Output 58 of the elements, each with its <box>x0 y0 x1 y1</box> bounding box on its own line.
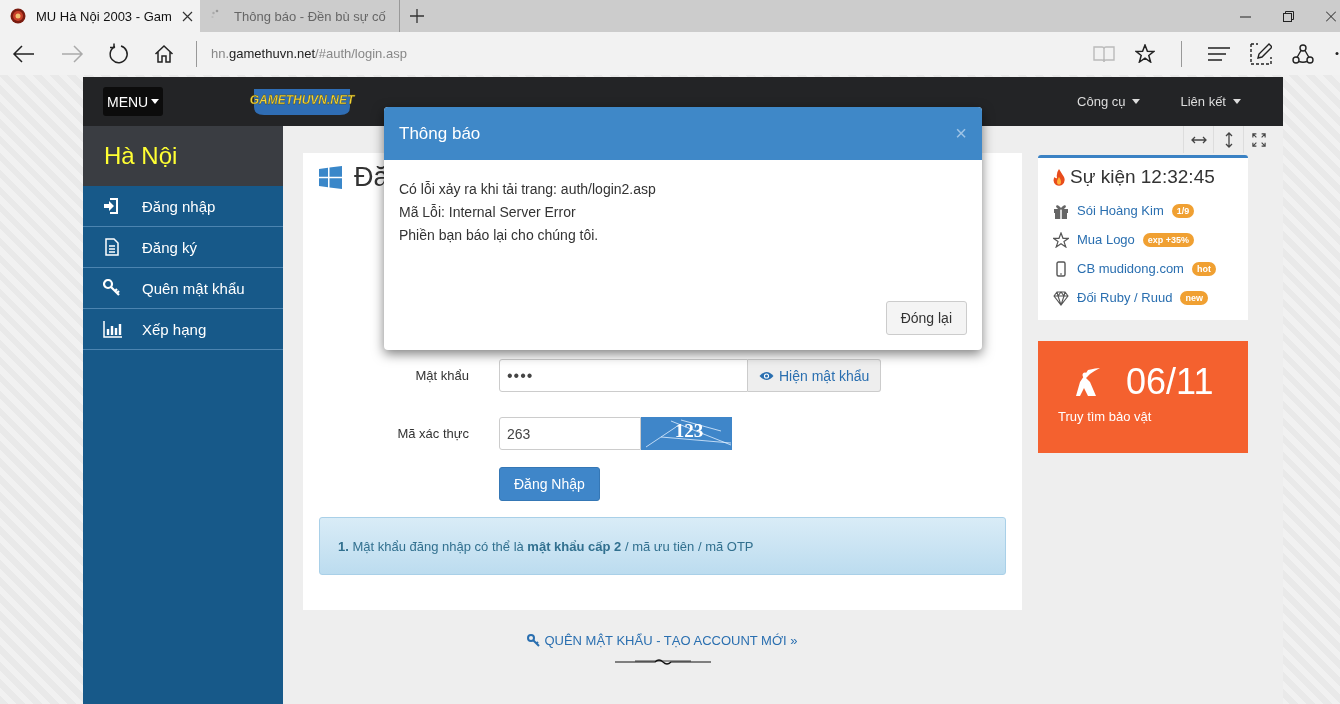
document-icon <box>103 238 122 256</box>
region-title: Hà Nội <box>104 142 178 170</box>
dialog-title: Thông báo <box>399 123 481 144</box>
phone-icon <box>1053 260 1069 277</box>
promo-label: Truy tìm bảo vật <box>1058 409 1153 424</box>
login-button[interactable]: Đăng Nhập <box>499 467 600 501</box>
event-link[interactable]: CB mudidong.com <box>1077 261 1184 276</box>
more-icon[interactable] <box>1334 52 1340 55</box>
event-badge: 1/9 <box>1171 203 1195 218</box>
event-link[interactable]: Đối Ruby / Ruud <box>1077 290 1173 305</box>
forgot-create-link[interactable]: QUÊN MẬT KHẨU - TẠO ACCOUNT MỚI » <box>527 633 798 648</box>
diamond-icon <box>1053 289 1069 306</box>
vertical-arrows-icon <box>1223 131 1234 148</box>
ornament-divider-icon <box>614 658 711 666</box>
bar-chart-icon <box>103 320 122 338</box>
windows-logo-icon <box>319 165 342 189</box>
home-icon[interactable] <box>154 43 174 64</box>
eye-icon <box>759 370 774 381</box>
captcha-field[interactable]: 263 <box>499 417 641 450</box>
dialog-message: Phiền bạn báo lại cho chúng tôi. <box>399 226 600 245</box>
refresh-icon[interactable] <box>108 42 130 65</box>
star-icon <box>1053 231 1069 248</box>
info-note: 1. Mật khẩu đăng nhập có thể là mật khẩu cấp 2 / mã ưu tiên / mã OTP <box>319 517 1006 575</box>
event-link[interactable]: Sói Hoàng Kim <box>1077 203 1164 218</box>
event-link[interactable]: Mua Logo <box>1077 232 1135 247</box>
close-icon[interactable] <box>181 10 193 22</box>
address-url[interactable]: hn.gamethuvn.net/#auth/login.asp <box>211 46 407 61</box>
show-password-button[interactable]: Hiện mật khẩu <box>748 359 882 392</box>
gift-icon <box>1053 202 1069 219</box>
back-arrow-icon[interactable] <box>12 43 36 64</box>
promo-date: 06/11 <box>1126 361 1214 403</box>
event-badge: new <box>1180 290 1208 305</box>
new-tab-icon[interactable] <box>410 9 424 23</box>
share-icon[interactable] <box>1292 43 1314 64</box>
captcha-image: 123 <box>641 417 732 450</box>
nav-link[interactable]: Liên kết <box>1180 94 1241 109</box>
menu-button[interactable]: MENU <box>103 87 164 116</box>
star-icon[interactable] <box>1135 44 1155 63</box>
flame-icon <box>1053 168 1065 186</box>
dialog-message: Có lỗi xảy ra khi tải trang: auth/login2.asp <box>399 180 657 199</box>
restore-icon[interactable] <box>1283 10 1294 22</box>
field-label: Mã xác thực <box>396 426 470 441</box>
key-icon <box>103 279 122 297</box>
event-title: Sự kiện 12:32:45 <box>1070 166 1215 188</box>
field-label: Mật khẩu <box>414 368 470 383</box>
caret-icon <box>151 99 160 104</box>
nav-link[interactable]: Công cụ <box>1077 94 1141 109</box>
fullscreen-icon <box>1251 132 1266 147</box>
dialog-message: Mã Lỗi: Internal Server Error <box>399 203 577 222</box>
event-badge: hot <box>1191 261 1216 276</box>
password-field[interactable]: •••• <box>499 359 748 392</box>
note-pen-icon[interactable] <box>1250 42 1272 65</box>
event-badge: exp +35% <box>1142 232 1195 247</box>
close-dialog-button[interactable]: Đóng lại <box>885 301 967 335</box>
key-icon <box>527 634 541 647</box>
menu-lines-icon[interactable] <box>1208 46 1230 61</box>
site-favicon-icon <box>10 8 26 24</box>
browser-tab[interactable]: MU Hà Nội 2003 - Gam <box>0 0 200 32</box>
